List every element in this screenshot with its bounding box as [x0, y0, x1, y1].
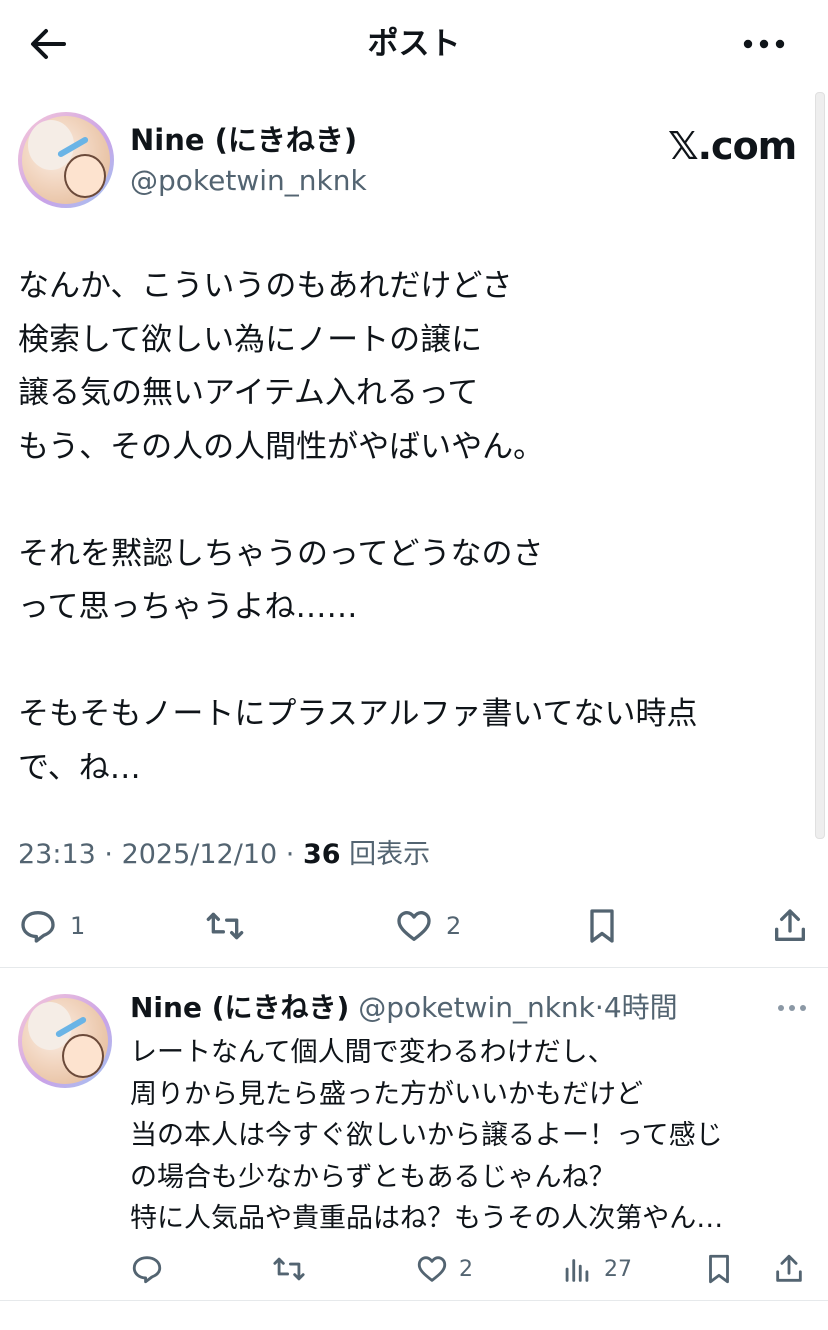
- post-date: 2025/12/10: [121, 839, 278, 870]
- views-icon: [565, 1259, 589, 1282]
- meta-separator: ·: [95, 839, 122, 870]
- reply-icon: [21, 911, 55, 943]
- divider: [0, 1300, 828, 1301]
- meta-separator: ·: [277, 839, 303, 870]
- reply-count: 1: [70, 912, 86, 940]
- author-name[interactable]: Nine (にきねき): [130, 120, 357, 160]
- author-handle[interactable]: @poketwin_nknk: [130, 162, 367, 200]
- reply-avatar[interactable]: [18, 994, 112, 1088]
- view-count: 36: [302, 839, 341, 870]
- like-button[interactable]: 2: [394, 906, 461, 946]
- share-icon: [776, 1254, 802, 1282]
- scrollbar[interactable]: [815, 92, 825, 839]
- bookmark-icon: [590, 909, 614, 943]
- reply-author-name[interactable]: Nine (にきねき): [130, 991, 349, 1024]
- reply-icon: [132, 1256, 162, 1284]
- like-icon: [397, 911, 431, 941]
- avatar[interactable]: [18, 112, 114, 208]
- post-time: 23:13: [18, 839, 96, 870]
- post-text: なんか、こういうのもあれだけどさ 検索して欲しい為にノートの譲に 譲る気の無いア…: [18, 268, 698, 786]
- reply-retweet-button[interactable]: [272, 1251, 306, 1287]
- reply-text: レートなんて個人間で変わるわけだし、 周りから見たら盛った方がいいかもだけど 当…: [130, 1037, 724, 1234]
- page-title: ポスト: [367, 26, 461, 62]
- x-com-watermark: 𝕏.com: [668, 124, 797, 168]
- like-icon: [417, 1256, 447, 1282]
- retweet-button[interactable]: [205, 906, 245, 946]
- reply-button[interactable]: 1: [18, 906, 85, 946]
- like-count: 2: [446, 912, 462, 940]
- reply-like-count: 2: [459, 1256, 473, 1282]
- reply-separator: ·: [594, 991, 604, 1024]
- reply-reply-button[interactable]: [130, 1251, 164, 1287]
- top-bar: ポスト: [0, 0, 828, 90]
- reply-share-button[interactable]: [772, 1251, 806, 1287]
- divider: [0, 967, 828, 968]
- more-dots-icon[interactable]: [738, 30, 790, 58]
- reply-more-icon[interactable]: [776, 1000, 808, 1016]
- reply-time[interactable]: 4時間: [604, 991, 678, 1024]
- bookmark-icon: [709, 1254, 729, 1284]
- reply-views-button[interactable]: 27: [560, 1251, 632, 1287]
- retweet-icon: [273, 1257, 305, 1281]
- reply-header: Nine (にきねき) @poketwin_nknk·4時間: [130, 988, 678, 1028]
- reply-views-count: 27: [604, 1256, 632, 1282]
- bookmark-button[interactable]: [582, 906, 622, 946]
- post-meta: 23:13 · 2025/12/10 · 36 回表示: [18, 836, 430, 874]
- share-icon: [775, 909, 805, 941]
- reply-like-button[interactable]: 2: [415, 1251, 473, 1287]
- view-label: 回表示: [340, 839, 431, 870]
- retweet-icon: [206, 912, 244, 940]
- reply-author-handle[interactable]: @poketwin_nknk: [358, 991, 595, 1024]
- reply-bookmark-button[interactable]: [702, 1251, 736, 1287]
- share-button[interactable]: [770, 906, 810, 946]
